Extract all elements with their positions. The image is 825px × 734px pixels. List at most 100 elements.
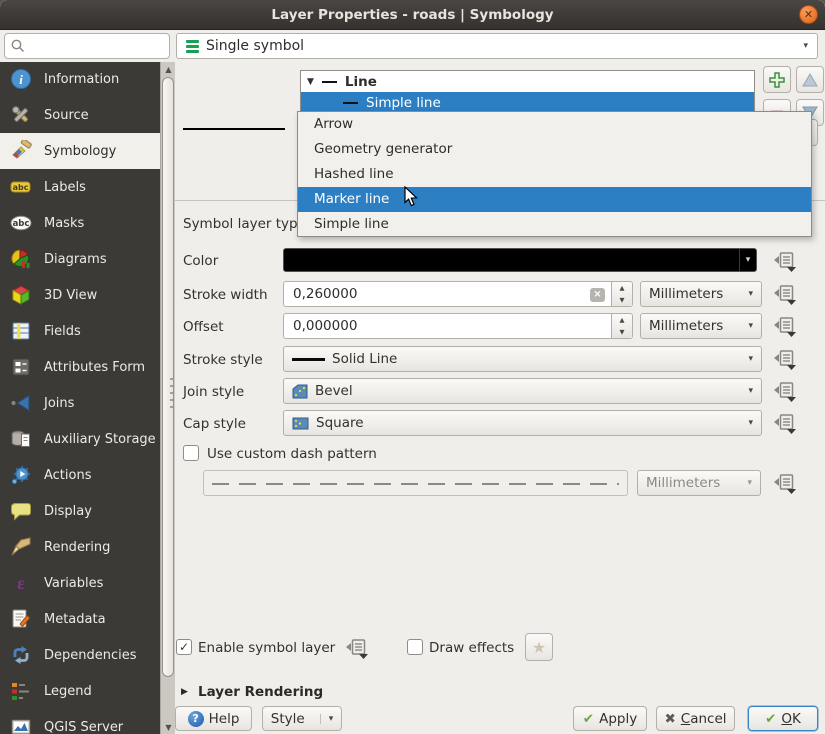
data-defined-override-icon[interactable] [773,250,798,273]
dropdown-item-geometry-generator[interactable]: Geometry generator [298,137,811,162]
join-style-label: Join style [183,384,244,400]
sidebar-item-attributes-form[interactable]: Attributes Form [0,349,160,385]
apply-button-label: Apply [599,711,637,727]
layer-rendering-group[interactable]: Layer Rendering [198,684,323,700]
help-button[interactable]: ? Help [175,706,252,731]
splitter-handle[interactable] [170,378,173,412]
scroll-down-icon[interactable]: ▼ [161,720,176,734]
attributes-form-icon [9,355,33,379]
sidebar-item-label: Source [44,108,89,123]
style-button-label: Style [271,711,305,727]
data-defined-override-icon[interactable] [345,637,370,660]
tree-expander-icon[interactable]: ▼ [307,77,314,87]
sidebar-item-fields[interactable]: Fields [0,313,160,349]
sidebar-item-display[interactable]: Display [0,493,160,529]
diagrams-icon [9,247,33,271]
expand-arrow-icon[interactable]: ▶ [181,687,188,697]
data-defined-override-icon[interactable] [773,348,798,371]
join-style-combobox[interactable]: Bevel ▾ [283,378,762,404]
sidebar-item-diagrams[interactable]: Diagrams [0,241,160,277]
star-icon: ★ [532,638,546,657]
sidebar-item-qgis-server[interactable]: QGIS Server [0,709,160,734]
data-defined-override-icon[interactable] [773,472,798,495]
symbol-layer-tree[interactable]: ▼ Line Simple line [300,70,755,113]
masks-icon: abc [9,211,33,235]
dash-unit-combobox[interactable]: Millimeters ▾ [637,470,761,496]
dash-pattern-preview-button[interactable] [203,470,628,496]
tree-row-simple-line[interactable]: Simple line [301,92,754,113]
svg-text:ε: ε [17,573,25,593]
scrollbar-handle[interactable] [162,77,174,677]
search-icon [10,38,26,54]
search-input[interactable] [4,33,170,59]
tree-row-line[interactable]: ▼ Line [301,71,754,92]
sidebar-item-labels[interactable]: abc Labels [0,169,160,205]
ok-button[interactable]: ✔ OK [748,706,818,731]
sidebar-item-source[interactable]: Source [0,97,160,133]
sidebar-item-dependencies[interactable]: Dependencies [0,637,160,673]
sidebar-item-auxiliary-storage[interactable]: Auxiliary Storage [0,421,160,457]
ok-button-label: OK [781,711,801,727]
variables-icon: ε [9,571,33,595]
use-custom-dash-checkbox[interactable] [183,445,199,461]
display-icon [9,499,33,523]
data-defined-override-icon[interactable] [773,315,798,338]
data-defined-override-icon[interactable] [773,283,798,306]
titlebar[interactable]: Layer Properties - roads | Symbology ✕ [0,0,825,30]
stroke-width-stepper[interactable]: ▲ ▼ [611,282,632,306]
add-symbol-layer-button[interactable] [763,66,791,93]
apply-button[interactable]: ✔ Apply [573,706,647,731]
sidebar-item-symbology[interactable]: Symbology [0,133,160,169]
stroke-width-unit-combobox[interactable]: Millimeters ▾ [640,281,762,307]
spin-down-icon[interactable]: ▼ [612,294,632,306]
color-button[interactable]: ▾ [283,248,757,272]
style-button[interactable]: Style ▾ [262,706,342,731]
fields-icon [9,319,33,343]
spin-up-icon[interactable]: ▲ [612,314,632,326]
source-icon [9,103,33,127]
close-icon[interactable]: ✕ [799,5,818,24]
sidebar-item-legend[interactable]: Legend [0,673,160,709]
sidebar-item-3d-view[interactable]: 3D View [0,277,160,313]
dropdown-item-arrow[interactable]: Arrow [298,112,811,137]
scroll-up-icon[interactable]: ▲ [161,62,176,76]
clear-value-icon[interactable]: ⨯ [590,288,605,302]
chevron-down-icon[interactable]: ▾ [739,249,756,271]
data-defined-override-icon[interactable] [773,412,798,435]
offset-stepper[interactable]: ▲ ▼ [611,314,632,338]
information-icon: i [9,67,33,91]
cap-style-label: Cap style [183,416,246,432]
offset-unit-combobox[interactable]: Millimeters ▾ [640,313,762,339]
cancel-button[interactable]: ✖ Cancel [656,706,735,731]
enable-symbol-layer-checkbox[interactable]: ✓ [176,639,192,655]
sidebar-item-actions[interactable]: Actions [0,457,160,493]
enable-symbol-layer-label: Enable symbol layer [198,640,335,656]
cap-style-combobox[interactable]: Square ▾ [283,410,762,436]
sidebar-item-joins[interactable]: Joins [0,385,160,421]
dropdown-item-simple-line[interactable]: Simple line [298,212,811,237]
data-defined-override-icon[interactable] [773,380,798,403]
spin-down-icon[interactable]: ▼ [612,326,632,338]
move-up-button[interactable] [796,66,824,93]
draw-effects-checkbox[interactable] [407,639,423,655]
customize-effects-button[interactable]: ★ [525,633,553,661]
dropdown-item-hashed-line[interactable]: Hashed line [298,162,811,187]
sidebar-item-label: 3D View [44,288,97,303]
sidebar-item-information[interactable]: i Information [0,61,160,97]
sidebar-item-variables[interactable]: ε Variables [0,565,160,601]
mouse-cursor-icon [404,186,418,211]
sidebar-item-rendering[interactable]: Rendering [0,529,160,565]
renderer-type-combobox[interactable]: Single symbol ▾ [176,33,818,59]
stroke-width-input[interactable]: 0,260000 ⨯ ▲ ▼ [283,281,633,307]
sidebar-item-metadata[interactable]: Metadata [0,601,160,637]
stroke-style-combobox[interactable]: Solid Line ▾ [283,346,762,372]
offset-input[interactable]: 0,000000 ▲ ▼ [283,313,633,339]
sidebar-item-label: Auxiliary Storage [44,432,156,447]
actions-icon [9,463,33,487]
sidebar-item-masks[interactable]: abc Masks [0,205,160,241]
dropdown-item-marker-line[interactable]: Marker line [298,187,811,212]
bevel-join-icon [292,384,308,399]
symbology-icon [9,139,33,163]
sidebar-item-label: Metadata [44,612,106,627]
spin-up-icon[interactable]: ▲ [612,282,632,294]
